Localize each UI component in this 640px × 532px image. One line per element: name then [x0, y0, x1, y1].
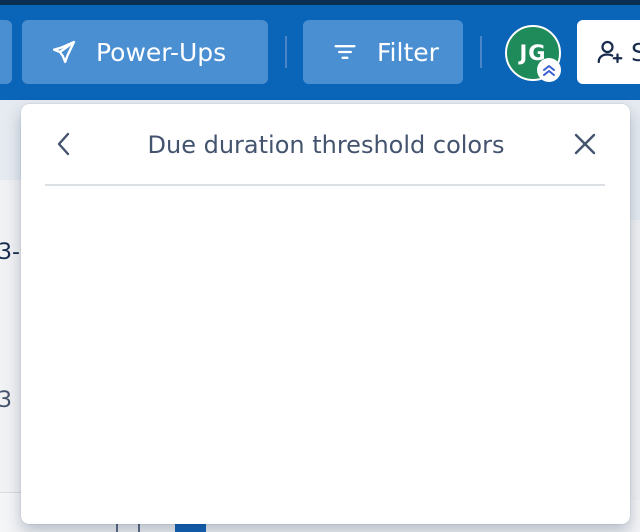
filter-icon [331, 38, 359, 66]
share-label: S [631, 37, 640, 67]
popover-body [21, 186, 630, 524]
chevron-left-icon [53, 131, 75, 157]
header-separator [285, 36, 287, 68]
card-text: 3- [0, 240, 20, 265]
header-left-button[interactable] [0, 20, 12, 84]
close-icon [573, 132, 597, 156]
due-duration-popover: Due duration threshold colors [21, 104, 630, 524]
add-member-icon [595, 37, 625, 67]
card-text: 3 [0, 388, 12, 413]
filter-button[interactable]: Filter [303, 20, 463, 84]
power-ups-button[interactable]: Power-Ups [22, 20, 268, 84]
power-ups-label: Power-Ups [96, 37, 227, 67]
top-stripe [0, 0, 640, 5]
double-chevron-up-icon [541, 62, 557, 78]
admin-badge [537, 58, 561, 82]
share-button[interactable]: S [577, 20, 640, 84]
popover-title: Due duration threshold colors [147, 131, 505, 159]
rocket-icon [50, 38, 78, 66]
popover-header: Due duration threshold colors [21, 104, 630, 186]
filter-label: Filter [377, 37, 439, 67]
back-button[interactable] [45, 124, 83, 164]
header-separator [480, 36, 482, 68]
close-button[interactable] [565, 124, 605, 164]
